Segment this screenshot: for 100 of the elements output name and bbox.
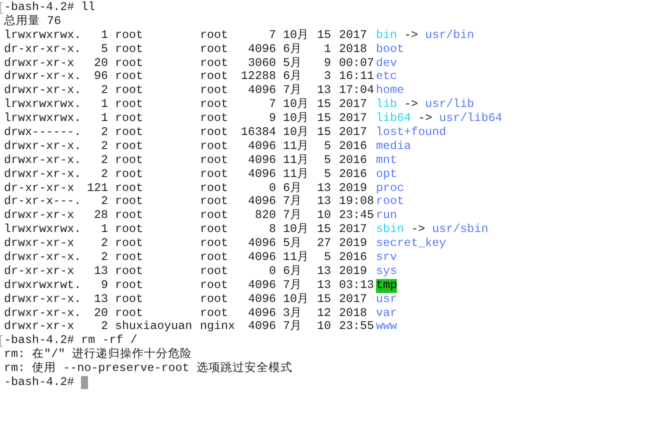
time-text: 16:11 <box>338 70 376 84</box>
owner-text: root <box>114 264 144 279</box>
link-count-text: 2 <box>100 140 108 154</box>
link-count-text: 1 <box>100 98 108 112</box>
owner-text: root <box>114 237 144 252</box>
month-text: 11月 <box>282 251 310 265</box>
time-text: 2017 <box>338 223 368 238</box>
time-text: 2017 <box>338 98 368 112</box>
time-text: 2017 <box>338 112 368 126</box>
file-name: opt <box>376 168 398 182</box>
month-text: 6月 <box>282 264 304 279</box>
month-text: 10月 <box>282 126 310 140</box>
group-text: root <box>200 84 230 98</box>
file-size-text: 7 <box>268 98 276 112</box>
group-text: root <box>200 209 230 224</box>
owner-text: root <box>114 56 144 70</box>
day-text: 15 <box>316 292 331 307</box>
link-count-text: 2 <box>100 195 108 210</box>
permissions-text: lrwxrwxrwx. <box>4 223 82 238</box>
group-text: root <box>200 278 230 293</box>
file-size-text: 4096 <box>246 251 276 265</box>
file-name: lib <box>376 98 398 112</box>
group-text: root <box>200 126 230 140</box>
owner-text: root <box>114 209 144 224</box>
group-text: root <box>200 140 230 154</box>
month-text: 11月 <box>282 168 310 182</box>
month-text: 6月 <box>282 70 304 84</box>
file-name: home <box>376 84 404 98</box>
day-text: 15 <box>316 112 331 126</box>
time-text: 19:08 <box>338 195 376 210</box>
file-size-text: 4096 <box>246 140 276 154</box>
group-text: root <box>200 154 230 168</box>
link-count-text: 121 <box>86 182 108 196</box>
error-message: rm: 使用 --no-preserve-root 选项跳过安全模式 <box>4 362 292 376</box>
group-text: root <box>200 292 230 307</box>
file-size-text: 4096 <box>246 306 276 320</box>
group-text: root <box>200 112 230 126</box>
day-text: 5 <box>322 140 331 154</box>
permissions-text: drwxr-xr-x <box>4 209 76 224</box>
file-size-text: 820 <box>254 209 276 224</box>
link-target-text: usr/sbin <box>432 223 488 238</box>
day-text: 27 <box>316 237 331 252</box>
owner-text: root <box>114 306 144 320</box>
link-count-text: 2 <box>100 84 108 98</box>
shell-prompt: -bash-4.2# <box>4 376 74 390</box>
permissions-text: dr-xr-x---. <box>4 195 82 210</box>
file-name: media <box>376 140 412 154</box>
day-text: 12 <box>316 306 331 320</box>
link-count-text: 2 <box>100 320 108 334</box>
file-size-text: 4096 <box>246 195 276 210</box>
file-size-text: 4096 <box>246 292 276 307</box>
time-text: 2018 <box>338 306 368 320</box>
month-text: 6月 <box>282 42 304 57</box>
file-size-text: 0 <box>268 182 276 196</box>
file-name: run <box>376 209 398 224</box>
link-target-text: usr/bin <box>425 28 474 43</box>
month-text: 11月 <box>282 154 310 168</box>
day-text: 13 <box>316 182 331 196</box>
owner-text: root <box>114 195 144 210</box>
link-count-text: 2 <box>100 126 108 140</box>
owner-text: root <box>114 42 144 57</box>
time-text: 2016 <box>338 251 368 265</box>
link-target-text: usr/lib <box>425 98 474 112</box>
month-text: 10月 <box>282 28 310 43</box>
permissions-text: dr-xr-xr-x <box>4 182 76 196</box>
time-text: 2017 <box>338 292 368 307</box>
permissions-text: lrwxrwxrwx. <box>4 98 82 112</box>
link-count-text: 2 <box>100 168 108 182</box>
time-text: 2017 <box>338 126 368 140</box>
link-count-text: 13 <box>92 292 108 307</box>
owner-text: root <box>114 140 144 154</box>
day-text: 13 <box>316 195 331 210</box>
group-text: root <box>200 195 230 210</box>
day-text: 13 <box>316 264 331 279</box>
owner-text: root <box>114 98 144 112</box>
owner-text: root <box>114 278 144 293</box>
time-text: 2019 <box>338 264 368 279</box>
day-text: 13 <box>316 278 331 293</box>
file-name: sbin <box>376 223 404 238</box>
group-text: root <box>200 70 230 84</box>
owner-text: root <box>114 168 144 182</box>
file-size-text: 4096 <box>246 278 276 293</box>
file-size-text: 3060 <box>246 56 276 70</box>
link-arrow-text: -> <box>418 112 432 126</box>
day-text: 15 <box>316 223 331 238</box>
error-message: rm: 在"/" 进行递归操作十分危险 <box>4 348 192 362</box>
permissions-text: drwxr-xr-x <box>4 320 76 334</box>
link-arrow-text: -> <box>404 98 418 112</box>
time-text: 23:55 <box>338 320 376 334</box>
day-text: 15 <box>316 98 331 112</box>
day-text: 1 <box>322 42 331 57</box>
shell-prompt: -bash-4.2# <box>4 334 74 348</box>
permissions-text: drwxr-xr-x <box>4 56 76 70</box>
group-text: root <box>200 56 230 70</box>
month-text: 5月 <box>282 56 304 70</box>
time-text: 2017 <box>338 28 368 43</box>
month-text: 3月 <box>282 306 304 320</box>
day-text: 13 <box>316 84 331 98</box>
link-count-text: 2 <box>100 154 108 168</box>
file-size-text: 4096 <box>246 84 276 98</box>
